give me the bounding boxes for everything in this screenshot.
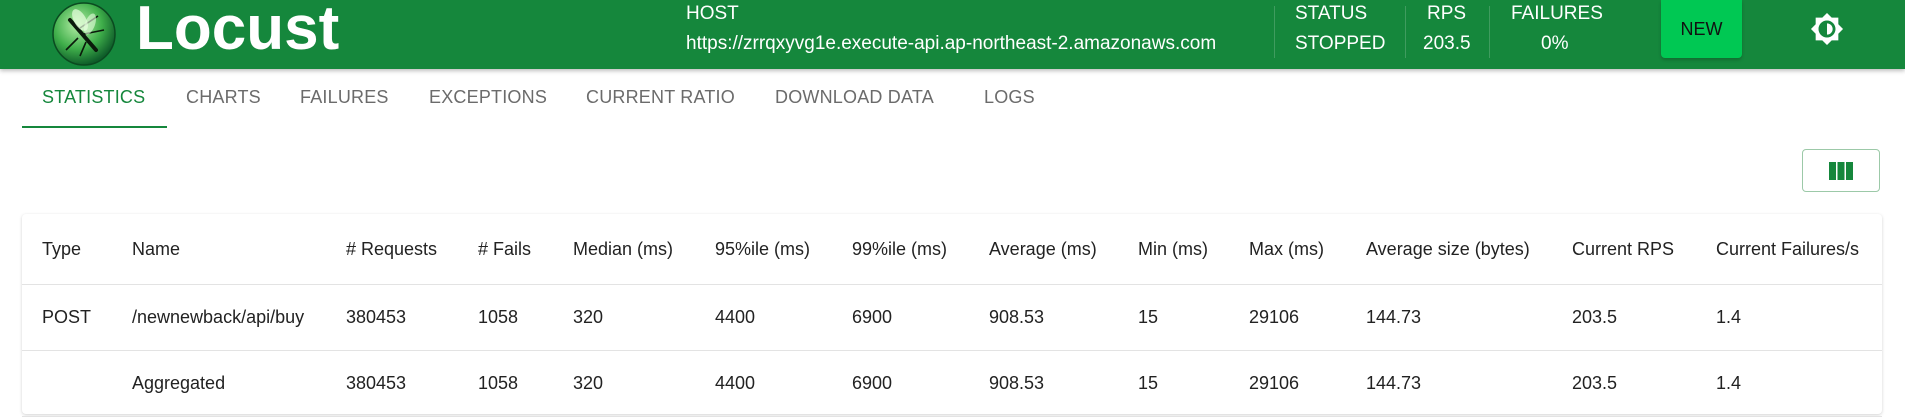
cell-min: 15 [1138, 373, 1159, 393]
status-block: STATUS STOPPED [1295, 0, 1405, 69]
header-current-rps[interactable]: Current RPS [1572, 214, 1674, 284]
rps-label: RPS [1427, 3, 1467, 24]
brightness-icon[interactable] [1810, 12, 1844, 46]
cell-min: 15 [1138, 307, 1159, 327]
cell-type: POST [42, 307, 92, 327]
header-95ile[interactable]: 95%ile (ms) [715, 214, 810, 284]
app-name: Locust [136, 0, 340, 63]
cell-99ile: 6900 [852, 307, 893, 327]
header-avg-size[interactable]: Average size (bytes) [1366, 214, 1530, 284]
cell-fails: 1058 [478, 373, 519, 393]
cell-current-failures: 1.4 [1716, 373, 1742, 393]
failures-label: FAILURES [1511, 3, 1603, 24]
locust-logo-icon [52, 1, 116, 66]
header-requests[interactable]: # Requests [346, 214, 437, 284]
cell-median: 320 [573, 307, 604, 327]
cell-99ile: 6900 [852, 373, 893, 393]
new-test-button[interactable]: NEW [1661, 0, 1742, 58]
rps-value: 203.5 [1423, 33, 1471, 54]
view-columns-icon [1829, 161, 1853, 180]
cell-fails: 1058 [478, 307, 519, 327]
cell-average: 908.53 [989, 373, 1045, 393]
status-value: STOPPED [1295, 33, 1386, 54]
header-median[interactable]: Median (ms) [573, 214, 673, 284]
cell-95ile: 4400 [715, 307, 756, 327]
active-tab-indicator [22, 126, 167, 128]
header-99ile[interactable]: 99%ile (ms) [852, 214, 947, 284]
tab-current-ratio[interactable]: CURRENT RATIO [586, 87, 735, 108]
header-type[interactable]: Type [42, 214, 81, 284]
cell-median: 320 [573, 373, 604, 393]
tab-failures[interactable]: FAILURES [300, 87, 389, 108]
rps-block: RPS 203.5 [1405, 0, 1489, 69]
header-average[interactable]: Average (ms) [989, 214, 1097, 284]
divider [1274, 6, 1275, 58]
table-row: POST /newnewback/api/buy 380453 1058 320… [22, 284, 1882, 351]
logo[interactable] [50, 0, 118, 69]
header-current-failures[interactable]: Current Failures/s [1716, 214, 1859, 284]
cell-name: Aggregated [132, 373, 226, 393]
header-name[interactable]: Name [132, 214, 180, 284]
host-value: https://zrrqxyvg1e.execute-api.ap-northe… [686, 33, 1217, 54]
tab-download-data[interactable]: DOWNLOAD DATA [775, 87, 934, 108]
cell-requests: 380453 [346, 307, 407, 327]
header-fails[interactable]: # Fails [478, 214, 531, 284]
cell-current-rps: 203.5 [1572, 307, 1618, 327]
header-min[interactable]: Min (ms) [1138, 214, 1208, 284]
host-block: HOST https://zrrqxyvg1e.execute-api.ap-n… [686, 0, 1266, 69]
cell-max: 29106 [1249, 307, 1300, 327]
statistics-table: Type Name # Requests # Fails Median (ms)… [22, 214, 1882, 417]
table-row: Aggregated 380453 1058 320 4400 6900 908… [22, 350, 1882, 417]
cell-current-rps: 203.5 [1572, 373, 1618, 393]
tab-logs[interactable]: LOGS [984, 87, 1035, 108]
tab-statistics[interactable]: STATISTICS [42, 87, 145, 108]
host-label: HOST [686, 3, 739, 24]
cell-name: /newnewback/api/buy [132, 307, 305, 327]
header-max[interactable]: Max (ms) [1249, 214, 1324, 284]
cell-95ile: 4400 [715, 373, 756, 393]
cell-avg-size: 144.73 [1366, 373, 1422, 393]
tab-charts[interactable]: CHARTS [186, 87, 261, 108]
cell-requests: 380453 [346, 373, 407, 393]
failures-block: FAILURES 0% [1489, 0, 1617, 69]
cell-average: 908.53 [989, 307, 1045, 327]
table-header-row: Type Name # Requests # Fails Median (ms)… [22, 214, 1882, 285]
failures-value: 0% [1541, 33, 1569, 54]
cell-current-failures: 1.4 [1716, 307, 1742, 327]
column-selector-button[interactable] [1802, 149, 1880, 192]
cell-avg-size: 144.73 [1366, 307, 1422, 327]
tab-exceptions[interactable]: EXCEPTIONS [429, 87, 547, 108]
cell-max: 29106 [1249, 373, 1300, 393]
status-label: STATUS [1295, 3, 1368, 24]
app-header: Locust HOST https://zrrqxyvg1e.execute-a… [0, 0, 1905, 69]
